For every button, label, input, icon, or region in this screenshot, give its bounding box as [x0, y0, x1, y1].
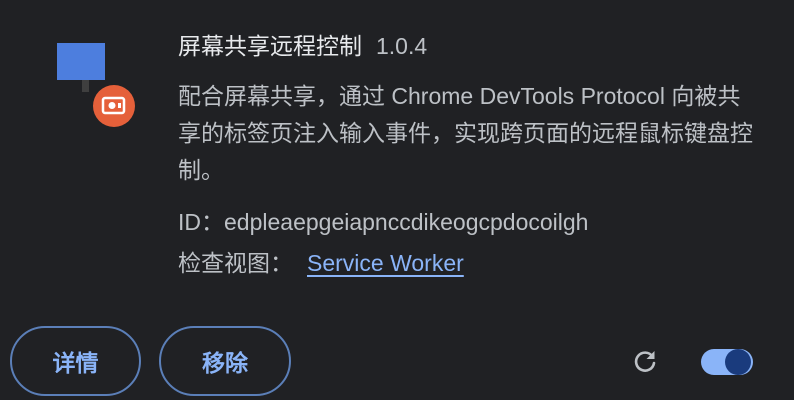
extension-description: 配合屏幕共享，通过 Chrome DevTools Protocol 向被共享的…: [178, 83, 753, 183]
extension-title-row: 屏幕共享远程控制 1.0.4: [178, 30, 427, 62]
extension-version: 1.0.4: [376, 33, 428, 59]
service-worker-link[interactable]: Service Worker: [307, 250, 464, 276]
remote-control-badge-icon: [93, 85, 135, 127]
monitor-screen-icon: [57, 43, 105, 80]
extension-name: 屏幕共享远程控制: [178, 33, 362, 59]
reload-icon[interactable]: [630, 346, 660, 376]
inspect-views-row: 检查视图： Service Worker: [178, 246, 464, 280]
id-value: edpleaepgeiapnccdikeogcpdocoilgh: [224, 209, 589, 235]
enable-toggle[interactable]: [701, 347, 753, 377]
extension-icon: [50, 40, 140, 130]
extension-card: 屏幕共享远程控制 1.0.4 配合屏幕共享，通过 Chrome DevTools …: [0, 0, 794, 400]
id-label: ID：: [178, 209, 224, 235]
remove-button[interactable]: 移除: [159, 326, 291, 396]
extension-id-row: ID：edpleaepgeiapnccdikeogcpdocoilgh: [178, 205, 588, 239]
details-button[interactable]: 详情: [10, 326, 141, 396]
monitor-stand-icon: [82, 80, 89, 92]
toggle-knob: [725, 349, 751, 375]
inspect-views-label: 检查视图：: [178, 250, 293, 276]
